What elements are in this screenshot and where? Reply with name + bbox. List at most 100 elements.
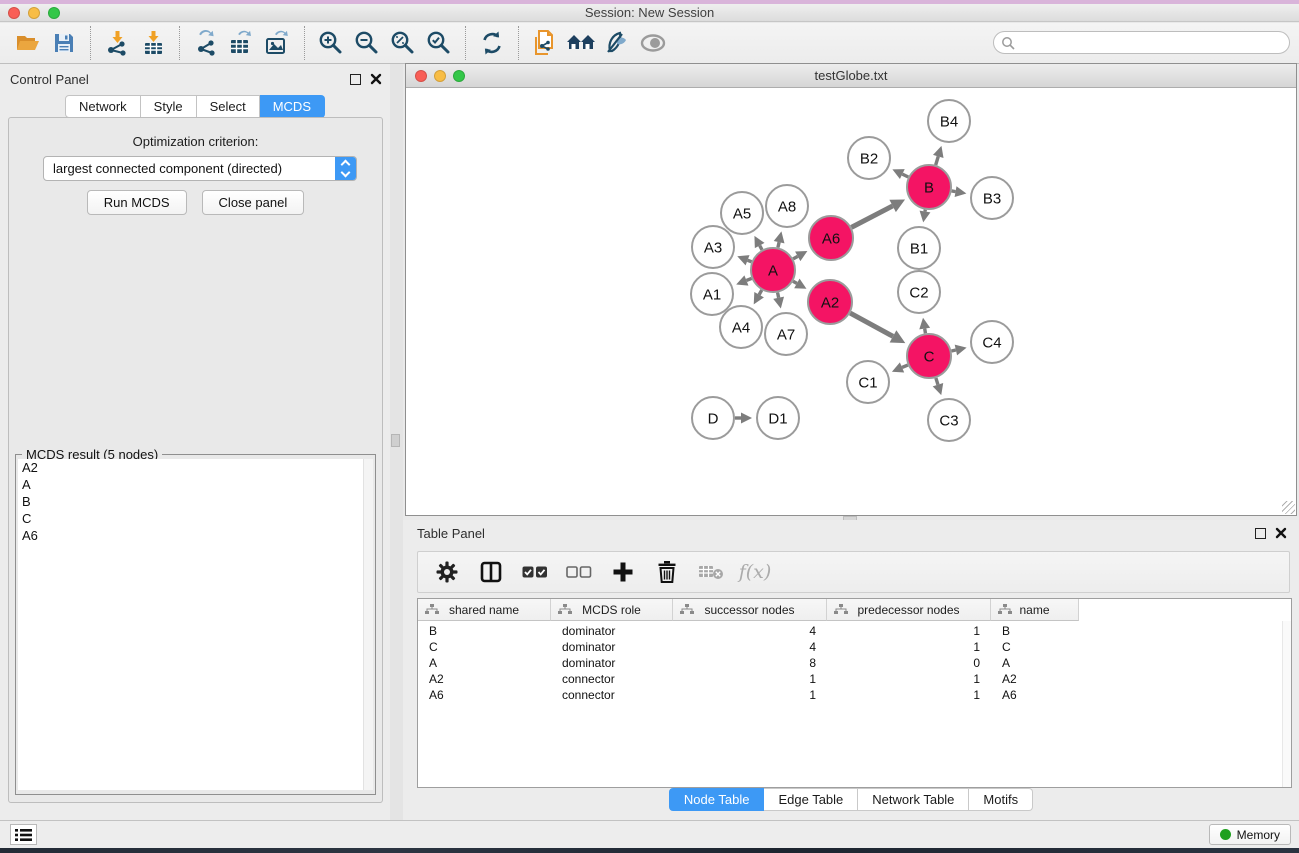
column-header-MCDS-role[interactable]: MCDS role <box>551 599 673 621</box>
table-row[interactable]: A2connector11A2 <box>418 671 1079 687</box>
delete-columns-icon[interactable] <box>652 557 682 587</box>
edge-B-B4[interactable] <box>936 156 939 165</box>
divider-handle[interactable] <box>391 434 400 447</box>
table-row[interactable]: Adominator80A <box>418 655 1079 671</box>
edge-A-A2[interactable] <box>793 281 797 283</box>
close-table-panel-icon[interactable] <box>1275 527 1287 539</box>
edge-A-A8[interactable] <box>778 242 779 247</box>
export-image-icon[interactable] <box>260 26 296 60</box>
export-network-icon[interactable] <box>188 26 224 60</box>
delete-table-icon[interactable] <box>696 557 726 587</box>
table-cell: 1 <box>827 623 991 639</box>
tab-style[interactable]: Style <box>141 95 197 118</box>
zoom-in-icon[interactable] <box>313 26 349 60</box>
column-header-shared-name[interactable]: shared name <box>418 599 551 621</box>
toolbar-search[interactable] <box>993 31 1290 54</box>
table-cell: dominator <box>551 639 673 655</box>
criterion-dropdown[interactable]: largest connected component (directed) <box>43 156 357 181</box>
import-network-icon[interactable] <box>99 26 135 60</box>
deselect-all-checkboxes-icon[interactable] <box>564 557 594 587</box>
result-item[interactable]: C <box>18 510 365 527</box>
refresh-view-icon[interactable] <box>474 26 510 60</box>
network-canvas[interactable]: B4B2BB3A8A5A6A3B1AC2A1A2A4A7C4CC1DD1C3 <box>407 89 1295 515</box>
main-titlebar: Session: New Session <box>0 4 1299 22</box>
zoom-fit-icon[interactable] <box>385 26 421 60</box>
tab-edge-table[interactable]: Edge Table <box>764 788 858 811</box>
table-row[interactable]: Cdominator41C <box>418 639 1079 655</box>
control-panel: Control Panel NetworkStyleSelectMCDS Opt… <box>0 64 390 820</box>
table-cell: A <box>991 655 1079 671</box>
edge-A-A6[interactable] <box>793 256 798 259</box>
mcds-result-list[interactable]: A2ABCA6 <box>18 459 365 790</box>
tab-network[interactable]: Network <box>65 95 141 118</box>
edge-arrowhead <box>955 345 967 356</box>
edge-B-B3[interactable] <box>952 191 956 192</box>
edge-C-C4[interactable] <box>951 350 955 351</box>
edge-arrowhead <box>774 231 785 243</box>
tab-node-table[interactable]: Node Table <box>669 788 765 811</box>
edge-A-A4[interactable] <box>759 290 762 295</box>
edge-C-C3[interactable] <box>936 378 938 385</box>
table-cell: dominator <box>551 655 673 671</box>
save-session-icon[interactable] <box>46 26 82 60</box>
task-history-button[interactable] <box>10 824 37 845</box>
select-all-checkboxes-icon[interactable] <box>520 557 550 587</box>
zoom-selected-icon[interactable] <box>421 26 457 60</box>
search-input[interactable] <box>1019 34 1289 52</box>
table-cell: A <box>418 655 551 671</box>
close-panel-icon[interactable] <box>370 73 382 85</box>
network-window-titlebar[interactable]: testGlobe.txt <box>406 64 1296 88</box>
table-settings-gear-icon[interactable] <box>432 557 462 587</box>
show-graphics-details-icon[interactable] <box>635 26 671 60</box>
column-header-successor-nodes[interactable]: successor nodes <box>673 599 827 621</box>
tab-network-table[interactable]: Network Table <box>858 788 969 811</box>
panel-divider[interactable] <box>390 64 403 820</box>
table-row[interactable]: Bdominator41B <box>418 623 1079 639</box>
edge-A-A1[interactable] <box>746 278 751 280</box>
function-builder-icon[interactable]: f(x) <box>740 557 770 587</box>
table-scrollbar[interactable] <box>1282 621 1291 787</box>
open-session-icon[interactable] <box>10 26 46 60</box>
tab-motifs[interactable]: Motifs <box>969 788 1033 811</box>
column-header-name[interactable]: name <box>991 599 1079 621</box>
float-panel-icon[interactable] <box>350 74 361 85</box>
close-panel-button[interactable]: Close panel <box>202 190 305 215</box>
add-column-icon[interactable] <box>608 557 638 587</box>
home-layout-icon[interactable] <box>563 26 599 60</box>
column-header-predecessor-nodes[interactable]: predecessor nodes <box>827 599 991 621</box>
node-label-B1: B1 <box>910 240 928 257</box>
edge-A-A3[interactable] <box>748 260 752 262</box>
window-resize-grip[interactable] <box>1282 501 1295 514</box>
node-label-B2: B2 <box>860 150 878 167</box>
table-toolbar: f(x) <box>417 551 1290 593</box>
result-list-scrollbar[interactable] <box>363 459 373 790</box>
float-table-panel-icon[interactable] <box>1255 528 1266 539</box>
edge-A-A7[interactable] <box>778 293 779 298</box>
export-table-icon[interactable] <box>224 26 260 60</box>
memory-button[interactable]: Memory <box>1209 824 1291 845</box>
zoom-out-icon[interactable] <box>349 26 385 60</box>
function-builder-label: f(x) <box>739 561 772 583</box>
result-item[interactable]: A2 <box>18 459 365 476</box>
table-cell: B <box>991 623 1079 639</box>
table-row[interactable]: A6connector11A6 <box>418 687 1079 703</box>
edge-A-A5[interactable] <box>760 246 762 250</box>
edge-A2-C[interactable] <box>850 313 893 336</box>
column-header-label: MCDS role <box>582 603 641 617</box>
result-item[interactable]: B <box>18 493 365 510</box>
tab-select[interactable]: Select <box>197 95 260 118</box>
result-item[interactable]: A6 <box>18 527 365 544</box>
show-column-icon[interactable] <box>476 557 506 587</box>
result-item[interactable]: A <box>18 476 365 493</box>
import-table-icon[interactable] <box>135 26 171 60</box>
edge-A6-B[interactable] <box>851 206 892 227</box>
edge-B-B2[interactable] <box>902 174 908 177</box>
clone-network-icon[interactable] <box>527 26 563 60</box>
edge-C-C1[interactable] <box>902 365 908 367</box>
optimization-criterion-label: Optimization criterion: <box>9 134 382 149</box>
run-mcds-button[interactable]: Run MCDS <box>87 190 187 215</box>
column-header-label: name <box>1019 603 1049 617</box>
toggle-visual-style-icon[interactable] <box>599 26 635 60</box>
tab-mcds[interactable]: MCDS <box>260 95 325 118</box>
edge-C-C2[interactable] <box>925 329 926 334</box>
